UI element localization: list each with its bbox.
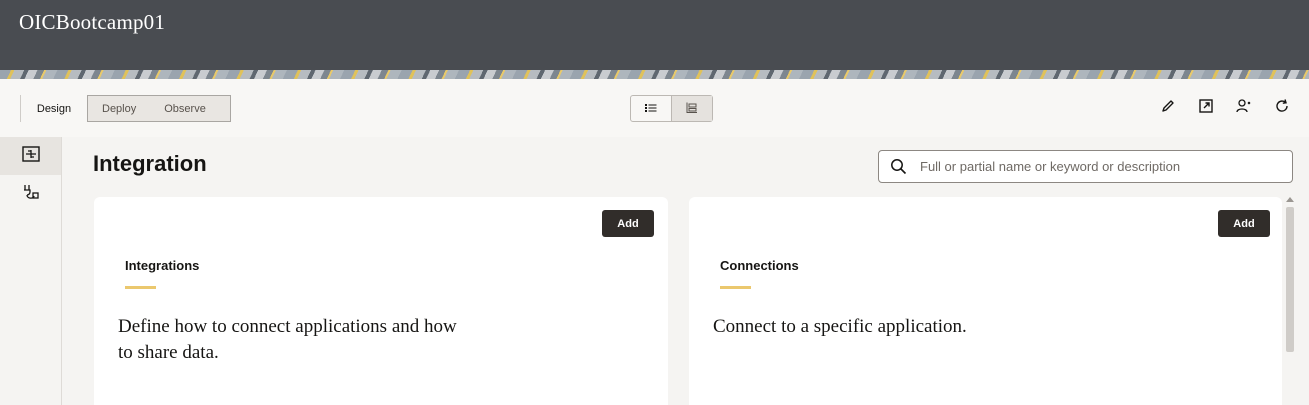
scrollbar-thumb[interactable]: [1286, 207, 1294, 352]
connections-card: Add Connections Connect to a specific ap…: [689, 197, 1282, 405]
open-external-icon[interactable]: [1197, 97, 1215, 115]
card-title-underline: [720, 286, 751, 289]
vertical-scrollbar[interactable]: [1284, 197, 1296, 405]
app-header: OICBootcamp01: [0, 0, 1309, 70]
user-settings-icon[interactable]: [1235, 97, 1253, 115]
instance-title: OICBootcamp01: [19, 10, 166, 34]
tab-observe[interactable]: Observe: [150, 103, 220, 115]
side-nav: [0, 137, 62, 405]
search-box: [878, 150, 1293, 183]
page-title: Integration: [93, 151, 207, 176]
toolbar-actions: [1159, 97, 1291, 115]
sidebar-item-connections[interactable]: [0, 175, 61, 213]
edit-icon[interactable]: [1159, 97, 1177, 115]
integrations-card: Add Integrations Define how to connect a…: [94, 197, 668, 405]
scroll-up-arrow[interactable]: [1286, 197, 1294, 202]
view-toggle: [630, 95, 713, 122]
card-view-icon: [686, 100, 698, 118]
tab-deploy[interactable]: Deploy: [88, 103, 150, 115]
card-title[interactable]: Connections: [720, 258, 799, 273]
card-title[interactable]: Integrations: [125, 258, 199, 273]
search-icon: [890, 158, 908, 175]
tab-design[interactable]: Design: [20, 95, 87, 122]
sidebar-item-integrations[interactable]: [0, 137, 61, 175]
card-title-underline: [125, 286, 156, 289]
tab-group: Deploy Observe: [87, 95, 231, 122]
toolbar: Design Deploy Observe: [0, 79, 1309, 137]
integration-design-icon: [21, 145, 40, 167]
card-view-button[interactable]: [671, 96, 712, 121]
decorative-banner: [0, 70, 1309, 79]
add-connection-button[interactable]: Add: [1218, 210, 1270, 237]
card-description: Define how to connect applications and h…: [118, 316, 457, 363]
search-input[interactable]: [918, 158, 1282, 175]
list-view-button[interactable]: [631, 96, 671, 121]
connections-plug-icon: [22, 183, 40, 206]
refresh-icon[interactable]: [1273, 97, 1291, 115]
card-description: Connect to a specific application.: [713, 316, 967, 337]
list-view-icon: [645, 100, 657, 118]
add-integration-button[interactable]: Add: [602, 210, 654, 237]
